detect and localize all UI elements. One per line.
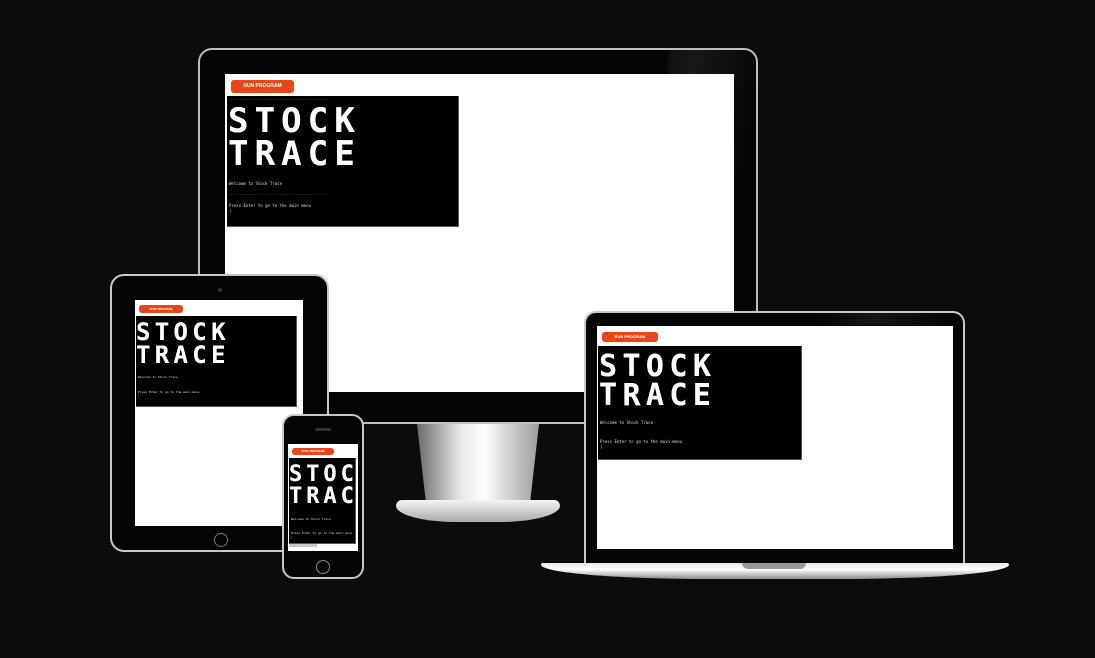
terminal-window-phone[interactable]: STOCK TRACE Welcome to Stock Trace Press… bbox=[289, 458, 356, 544]
phone-speaker bbox=[315, 428, 331, 431]
tablet-home-button bbox=[214, 533, 228, 547]
laptop-screen: RUN PROGRAM STOCK TRACE Welcome to Stock… bbox=[597, 326, 953, 549]
run-program-button-phone[interactable]: RUN PROGRAM bbox=[292, 448, 334, 455]
prompt-text-phone: Press Enter to go to the main menu bbox=[291, 531, 353, 535]
prompt-text-tablet: Press Enter to go to the main menu bbox=[138, 390, 200, 394]
run-program-button[interactable]: RUN PROGRAM bbox=[231, 80, 294, 93]
terminal-window-laptop[interactable]: STOCK TRACE Welcome to Stock Trace Press… bbox=[598, 346, 802, 460]
welcome-text-laptop: Welcome to Stock Trace bbox=[600, 420, 653, 425]
terminal-divider-2: ----------------------------------------… bbox=[229, 193, 329, 196]
laptop-notch bbox=[742, 563, 806, 569]
banner-line-2-tablet: TRACE bbox=[136, 341, 230, 369]
terminal-window-tablet[interactable]: STOCK TRACE Welcome to Stock Trace Press… bbox=[136, 316, 297, 407]
welcome-text: Welcome to Stock Trace bbox=[229, 181, 282, 186]
phone-screen: RUN PROGRAM STOCK TRACE Welcome to Stock… bbox=[288, 444, 358, 551]
monitor-stand-base bbox=[396, 500, 560, 522]
prompt-text: Press Enter to go to the main menu bbox=[229, 203, 311, 208]
terminal-cursor-phone: | bbox=[291, 535, 293, 539]
terminal-cursor-laptop: | bbox=[600, 444, 603, 449]
horizontal-scrollbar[interactable] bbox=[289, 544, 317, 547]
banner-line-2: TRACE bbox=[228, 134, 361, 174]
terminal-cursor: | bbox=[229, 208, 232, 213]
tablet-screen: RUN PROGRAM STOCK TRACE Welcome to Stock… bbox=[135, 300, 303, 526]
monitor-stand-neck bbox=[417, 424, 539, 510]
run-program-button-laptop[interactable]: RUN PROGRAM bbox=[602, 332, 658, 342]
banner-line-2-phone: TRACE bbox=[289, 485, 355, 508]
banner-line-2-laptop: TRACE bbox=[599, 378, 717, 413]
welcome-text-phone: Welcome to Stock Trace bbox=[291, 517, 331, 521]
phone-home-button bbox=[316, 560, 330, 574]
terminal-cursor-tablet: | bbox=[138, 394, 140, 398]
welcome-text-tablet: Welcome to Stock Trace bbox=[138, 375, 178, 379]
run-program-button-tablet[interactable]: RUN PROGRAM bbox=[139, 305, 183, 313]
terminal-window[interactable]: ----------------------------------------… bbox=[227, 96, 459, 227]
tablet-camera bbox=[218, 288, 222, 292]
banner-line-1-phone: STOCK bbox=[289, 463, 355, 486]
prompt-text-laptop: Press Enter to go to the main menu bbox=[600, 439, 682, 444]
